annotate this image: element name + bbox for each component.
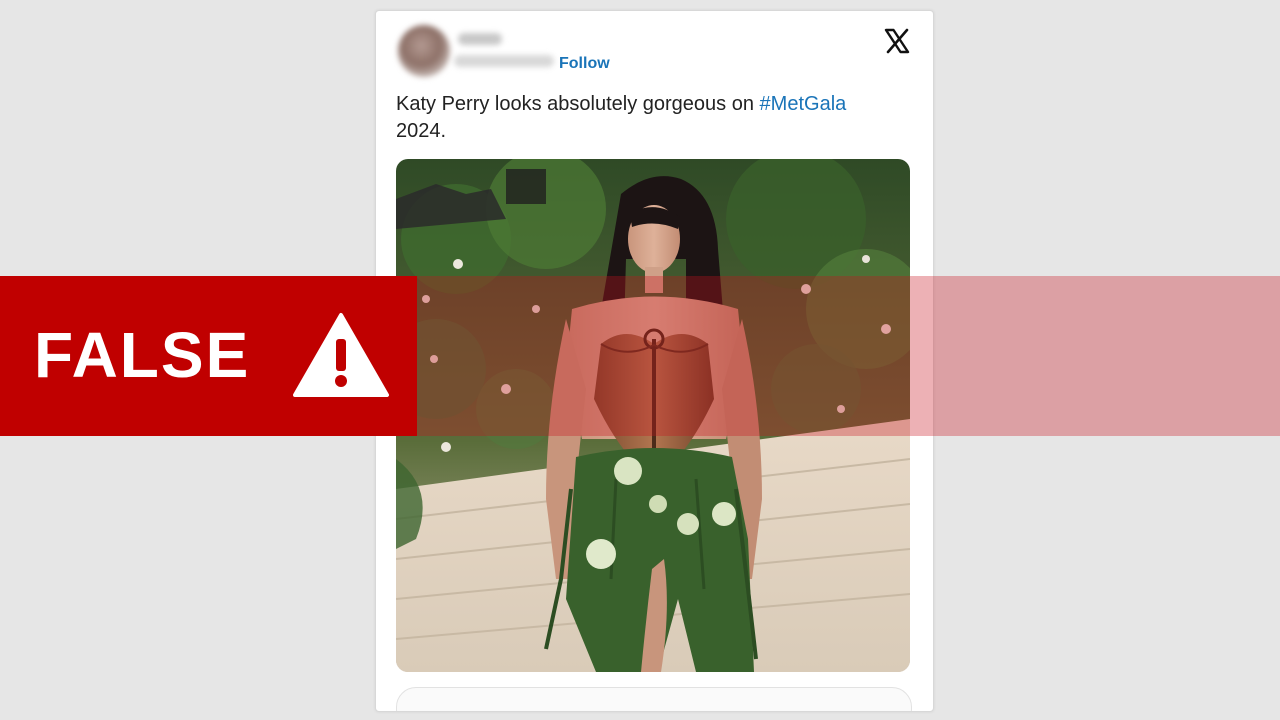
tweet-text-year: 2024. — [396, 120, 447, 142]
hashtag-link[interactable]: #MetGala — [760, 93, 847, 115]
blurred-username — [454, 55, 554, 67]
x-logo-icon[interactable] — [883, 27, 911, 55]
verdict-label: FALSE — [34, 319, 251, 391]
verdict-banner-tint — [417, 276, 1280, 436]
post-footer-bar — [396, 687, 912, 711]
tweet-text: Katy Perry looks absolutely gorgeous on … — [396, 91, 916, 145]
warning-triangle-icon — [293, 313, 389, 397]
follow-button[interactable]: Follow — [559, 55, 610, 73]
tweet-text-body: Katy Perry looks absolutely gorgeous on — [396, 93, 760, 115]
avatar[interactable] — [398, 25, 450, 77]
blurred-display-name — [458, 33, 502, 45]
